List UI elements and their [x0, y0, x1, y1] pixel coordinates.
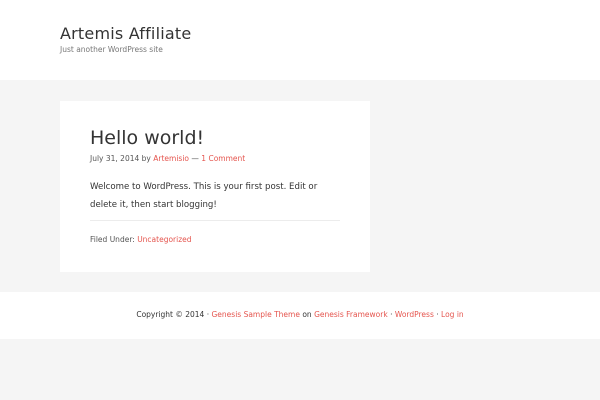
- page-bottom-background: [0, 339, 600, 400]
- category-link[interactable]: Uncategorized: [137, 235, 191, 244]
- post-divider: [90, 220, 340, 221]
- post-content: Welcome to WordPress. This is your first…: [90, 182, 318, 210]
- post-article: Hello world! July 31, 2014 by Artemisio …: [60, 101, 370, 272]
- footer-credits: Copyright © 2014 · Genesis Sample Theme …: [0, 310, 600, 320]
- post-comments-link[interactable]: 1 Comment: [201, 154, 245, 163]
- meta-separator: —: [191, 154, 199, 163]
- footer-separator: ·: [390, 310, 393, 319]
- footer-on-text: on: [302, 310, 312, 319]
- theme-link[interactable]: Genesis Sample Theme: [212, 310, 300, 319]
- post-meta: July 31, 2014 by Artemisio — 1 Comment: [90, 154, 245, 164]
- login-link[interactable]: Log in: [441, 310, 464, 319]
- site-description: Just another WordPress site: [60, 45, 163, 54]
- site-footer: Copyright © 2014 · Genesis Sample Theme …: [0, 292, 600, 339]
- post-by-label: by: [141, 154, 151, 163]
- post-footer: Filed Under: Uncategorized: [90, 235, 192, 245]
- content-area: Hello world! July 31, 2014 by Artemisio …: [0, 80, 600, 292]
- copyright-text: Copyright © 2014 ·: [136, 310, 210, 319]
- filed-under-label: Filed Under:: [90, 235, 135, 244]
- framework-link[interactable]: Genesis Framework: [314, 310, 388, 319]
- footer-separator: ·: [436, 310, 439, 319]
- post-title[interactable]: Hello world!: [90, 126, 204, 150]
- wordpress-link[interactable]: WordPress: [395, 310, 434, 319]
- site-header: Artemis Affiliate Just another WordPress…: [0, 0, 600, 80]
- post-author-link[interactable]: Artemisio: [153, 154, 189, 163]
- site-title-link[interactable]: Artemis Affiliate: [60, 24, 191, 44]
- post-date: July 31, 2014: [90, 154, 140, 163]
